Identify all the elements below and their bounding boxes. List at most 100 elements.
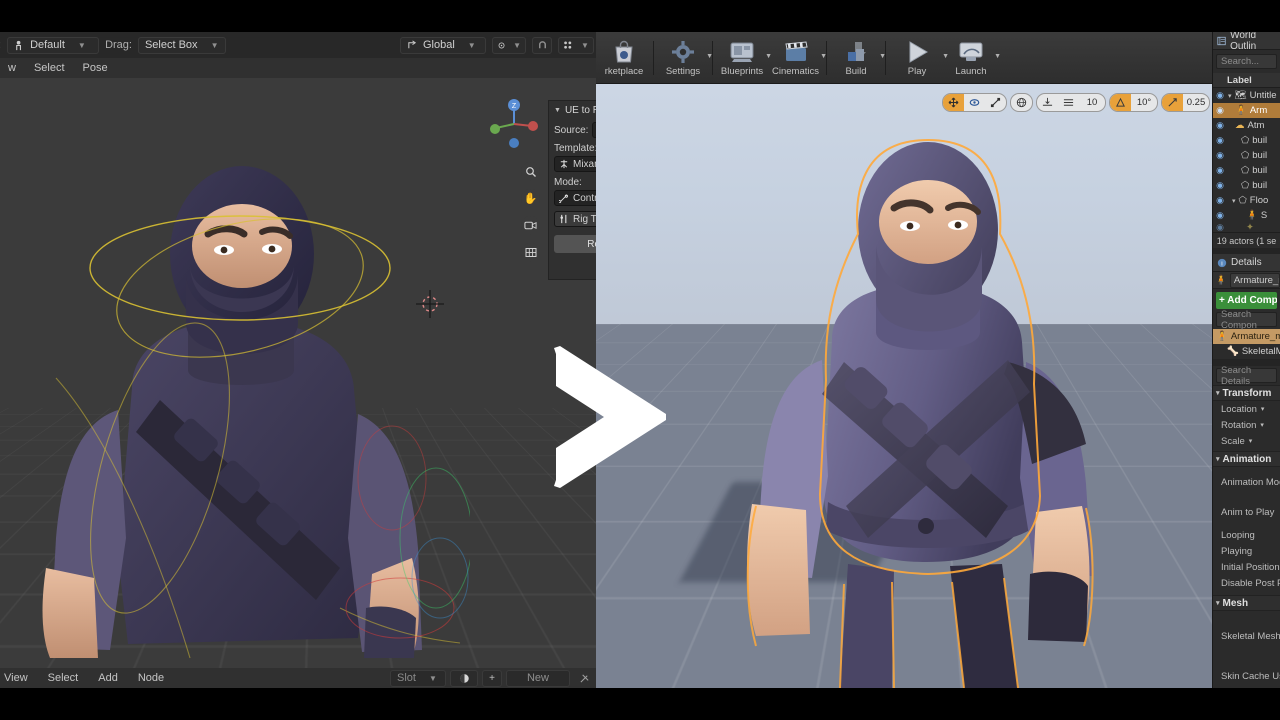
blender-bottom-menu-node[interactable]: Node xyxy=(130,670,172,686)
rotate-tool-icon[interactable] xyxy=(964,94,985,111)
scale-snap-value[interactable]: 0.25 xyxy=(1183,94,1209,111)
visibility-eye-icon[interactable]: ◉ xyxy=(1215,105,1225,116)
hand-icon[interactable]: ✋ xyxy=(521,189,540,208)
toolbar-cinematics[interactable]: Cinematics ▼ xyxy=(768,33,823,83)
prop-initial-position[interactable]: Initial Position xyxy=(1213,559,1280,575)
scale-snap-icon[interactable] xyxy=(1162,94,1183,111)
outliner-row[interactable]: ◉ ⬠ buil xyxy=(1213,178,1280,193)
visibility-eye-icon[interactable]: ◉ xyxy=(1215,165,1225,176)
outliner-row[interactable]: ◉ ⬠ buil xyxy=(1213,163,1280,178)
new-material-button[interactable]: New xyxy=(506,670,570,687)
visibility-eye-icon[interactable]: ◉ xyxy=(1215,210,1225,221)
prop-rotation[interactable]: Rotation ▾ xyxy=(1213,417,1280,433)
angle-snap-icon[interactable] xyxy=(1110,94,1131,111)
toolbar-build[interactable]: Build ▼ xyxy=(830,33,882,83)
prop-playing[interactable]: Playing xyxy=(1213,543,1280,559)
section-transform[interactable]: ▾ Transform xyxy=(1213,385,1280,401)
expand-triangle-icon[interactable]: ▾ xyxy=(1216,455,1220,463)
prop-disable-post-process[interactable]: Disable Post P xyxy=(1213,575,1280,591)
scale-tool-icon[interactable] xyxy=(985,94,1006,111)
blender-bottom-menu-select[interactable]: Select xyxy=(40,670,87,686)
visibility-eye-icon[interactable]: ◉ xyxy=(1215,150,1225,161)
material-sphere-icon[interactable] xyxy=(450,670,478,687)
slot-dropdown[interactable]: Slot ▼ xyxy=(390,670,446,687)
section-mesh[interactable]: ▾ Mesh xyxy=(1213,595,1280,611)
visibility-eye-icon[interactable]: ◉ xyxy=(1215,120,1225,131)
blender-menu-select[interactable]: Select xyxy=(26,60,73,76)
prop-skin-cache-usage[interactable]: Skin Cache Us xyxy=(1213,661,1280,688)
chevron-down-icon[interactable]: ▾ xyxy=(1261,405,1265,413)
outliner-row[interactable]: ◉ 🧍 Arm xyxy=(1213,103,1280,118)
template-field[interactable]: Mixamo xyxy=(554,156,600,172)
expand-triangle-icon[interactable]: ▾ xyxy=(1232,197,1236,205)
prop-anim-to-play[interactable]: Anim to Play xyxy=(1213,497,1280,527)
toolbar-settings[interactable]: Settings ▼ xyxy=(657,33,709,83)
pin-icon[interactable] xyxy=(574,670,594,687)
outliner-row[interactable]: ◉ ▾ 🗺 Untitle xyxy=(1213,88,1280,103)
outliner-search-input[interactable]: Search... xyxy=(1216,54,1277,69)
expand-triangle-icon[interactable]: ▾ xyxy=(1216,599,1220,607)
blender-pivot-dropdown[interactable]: ▼ xyxy=(492,37,526,54)
add-component-button[interactable]: + Add Compo xyxy=(1216,292,1277,309)
zoom-icon[interactable] xyxy=(521,162,540,181)
surface-snap-icon[interactable] xyxy=(1037,94,1058,111)
blender-menu-view[interactable]: w xyxy=(0,60,24,76)
outliner-row[interactable]: ◉ ⬠ buil xyxy=(1213,133,1280,148)
toolbar-launch[interactable]: Launch ▼ xyxy=(945,33,997,83)
prop-animation-mode[interactable]: Animation Mod xyxy=(1213,467,1280,497)
move-tool-icon[interactable] xyxy=(943,94,964,111)
blender-orientation-dropdown[interactable]: Global ▼ xyxy=(400,37,486,54)
blender-bottom-menu-view[interactable]: View xyxy=(0,670,36,686)
angle-snap-value[interactable]: 10° xyxy=(1131,94,1157,111)
grid-icon[interactable] xyxy=(521,243,540,262)
chevron-down-icon[interactable]: ▼ xyxy=(879,53,886,60)
visibility-eye-icon[interactable]: ◉ xyxy=(1215,223,1225,232)
world-coords-icon[interactable] xyxy=(1011,94,1032,111)
prop-scale[interactable]: Scale ▾ xyxy=(1213,433,1280,449)
details-actor-name-row[interactable]: 🧍 Armature_mi xyxy=(1213,272,1280,289)
proportional-edit-dropdown[interactable]: ▼ xyxy=(558,37,594,54)
ue-to-rig-panel-header[interactable]: ▼ UE to Rig xyxy=(554,105,600,116)
chevron-down-icon[interactable]: ▼ xyxy=(706,53,713,60)
toolbar-play[interactable]: Play ▼ xyxy=(889,33,945,83)
outliner-row-partial[interactable]: ◉ ✦ xyxy=(1213,223,1280,232)
grid-snap-value[interactable]: 10 xyxy=(1079,94,1105,111)
add-material-button[interactable]: + xyxy=(482,670,502,687)
outliner-row[interactable]: ◉ ☁ Atm xyxy=(1213,118,1280,133)
blender-viewport[interactable]: Z ✋ xyxy=(0,78,600,668)
visibility-eye-icon[interactable]: ◉ xyxy=(1215,90,1225,101)
visibility-eye-icon[interactable]: ◉ xyxy=(1215,135,1225,146)
search-details-input[interactable]: Search Details xyxy=(1216,368,1277,383)
mode-field[interactable]: Control xyxy=(554,190,600,206)
prop-skeletal-mesh[interactable]: Skeletal Mesh xyxy=(1213,621,1280,651)
expand-triangle-icon[interactable]: ▾ xyxy=(1228,92,1232,100)
section-animation[interactable]: ▾ Animation xyxy=(1213,451,1280,467)
search-components-input[interactable]: Search Compon xyxy=(1216,312,1277,327)
chevron-down-icon[interactable]: ▼ xyxy=(994,53,1001,60)
outliner-row[interactable]: ◉ 🧍 S xyxy=(1213,208,1280,223)
chevron-down-icon[interactable]: ▼ xyxy=(820,53,827,60)
blender-mode-dropdown[interactable]: Default ▼ xyxy=(7,37,99,54)
magnet-icon[interactable] xyxy=(532,37,552,54)
camera-icon[interactable] xyxy=(521,216,540,235)
expand-triangle-icon[interactable]: ▾ xyxy=(1216,389,1220,397)
component-row[interactable]: 🦴 SkeletalMe xyxy=(1213,344,1280,359)
chevron-down-icon[interactable]: ▾ xyxy=(1249,437,1253,445)
visibility-eye-icon[interactable]: ◉ xyxy=(1215,180,1225,191)
details-actor-name[interactable]: Armature_mi xyxy=(1230,273,1280,288)
chevron-down-icon[interactable]: ▾ xyxy=(1260,421,1264,429)
visibility-eye-icon[interactable]: ◉ xyxy=(1215,195,1225,206)
component-row[interactable]: 🧍 Armature_mi xyxy=(1213,329,1280,344)
blender-bottom-menu-add[interactable]: Add xyxy=(90,670,126,686)
prop-location[interactable]: Location ▾ xyxy=(1213,401,1280,417)
toolbar-blueprints[interactable]: Blueprints ▼ xyxy=(716,33,768,83)
rig-template-field[interactable]: Rig Tem xyxy=(554,211,600,227)
outliner-column-header[interactable]: Label xyxy=(1213,73,1280,88)
outliner-row[interactable]: ◉ ▾ ⬠ Floo xyxy=(1213,193,1280,208)
toolbar-marketplace[interactable]: rketplace xyxy=(598,33,650,83)
blender-drag-dropdown[interactable]: Select Box ▼ xyxy=(138,37,226,54)
blender-menu-pose[interactable]: Pose xyxy=(75,60,116,76)
navigation-gizmo[interactable]: Z xyxy=(486,96,542,152)
outliner-row[interactable]: ◉ ⬠ buil xyxy=(1213,148,1280,163)
prop-looping[interactable]: Looping xyxy=(1213,527,1280,543)
